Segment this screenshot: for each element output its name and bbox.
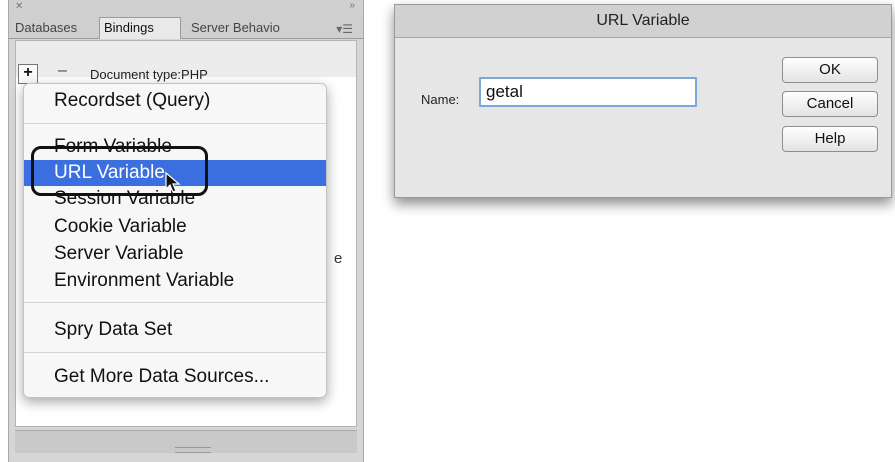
pointer-cursor-icon	[165, 172, 181, 193]
tab-server-behaviors[interactable]: Server Behavio	[187, 18, 307, 38]
panel-footer	[15, 430, 357, 453]
menu-separator	[24, 352, 326, 353]
menu-item-spry-data-set[interactable]: Spry Data Set	[24, 317, 326, 343]
menu-separator	[24, 302, 326, 303]
cancel-button[interactable]: Cancel	[782, 91, 878, 117]
background-text-fragment: e	[334, 250, 343, 267]
close-icon[interactable]: ✕	[15, 1, 23, 13]
menu-separator	[24, 123, 326, 124]
add-binding-menu: Recordset (Query) Form Variable URL Vari…	[23, 83, 327, 398]
tab-databases[interactable]: Databases	[11, 18, 98, 38]
dialog-title: URL Variable	[395, 5, 891, 38]
name-input[interactable]	[479, 77, 697, 107]
tab-bindings[interactable]: Bindings	[99, 17, 181, 39]
menu-item-server-variable[interactable]: Server Variable	[24, 241, 326, 267]
document-type-label: Document type:PHP	[90, 67, 208, 82]
menu-item-recordset[interactable]: Recordset (Query)	[24, 88, 326, 114]
menu-item-get-more-data-sources[interactable]: Get More Data Sources...	[24, 364, 326, 390]
resize-grip[interactable]	[175, 447, 211, 453]
menu-item-environment-variable[interactable]: Environment Variable	[24, 268, 326, 294]
menu-item-cookie-variable[interactable]: Cookie Variable	[24, 214, 326, 240]
minus-icon[interactable]: –	[58, 62, 67, 80]
panel-title-bar: ✕ »	[9, 0, 363, 14]
collapse-icon[interactable]: »	[349, 0, 354, 12]
panel-tabs: Databases Bindings Server Behavio ▾☰	[9, 14, 363, 39]
name-label: Name:	[421, 92, 460, 107]
url-variable-dialog: URL Variable Name: OK Cancel Help	[394, 4, 892, 198]
panel-menu-icon[interactable]: ▾☰	[336, 22, 353, 36]
ok-button[interactable]: OK	[782, 57, 878, 83]
plus-icon[interactable]: +	[18, 64, 38, 84]
help-button[interactable]: Help	[782, 126, 878, 152]
